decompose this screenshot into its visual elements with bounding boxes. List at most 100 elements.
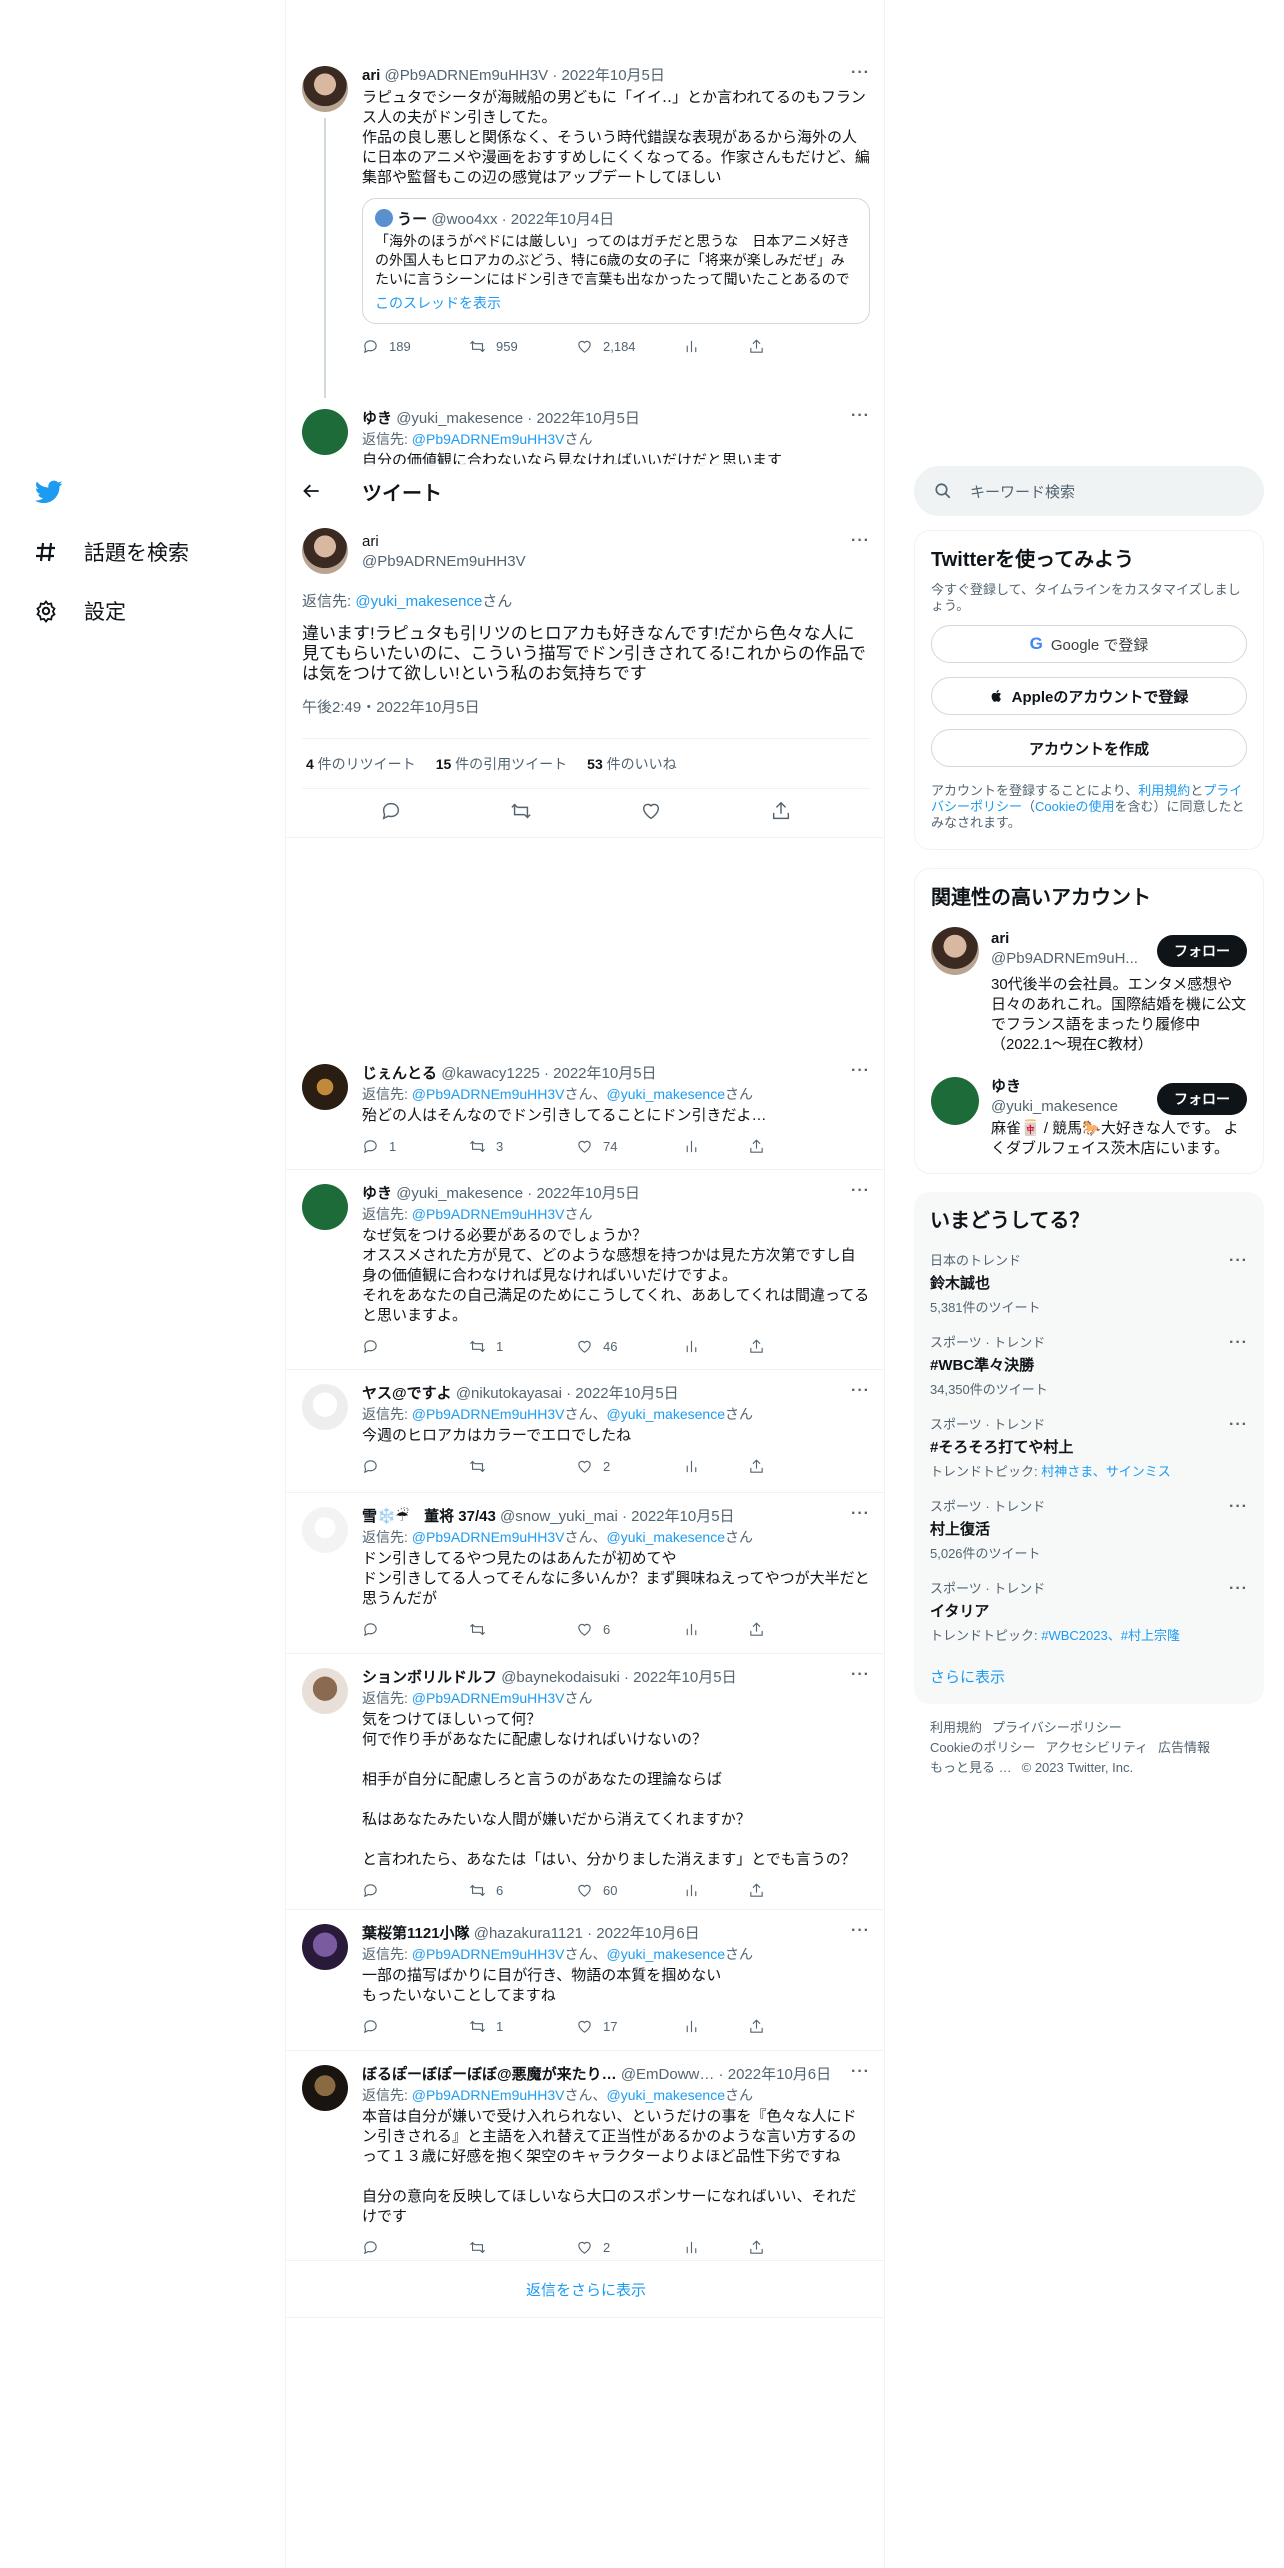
share-button[interactable] (748, 1138, 788, 1155)
cookie-link[interactable]: Cookieの使用 (1035, 799, 1114, 814)
avatar[interactable] (931, 1077, 979, 1125)
analytics-button[interactable] (683, 2018, 748, 2035)
quoted-tweet[interactable]: うー @woo4xx · 2022年10月4日 「海外のほうがペドには厳しい」っ… (362, 198, 870, 324)
share-button[interactable] (748, 338, 788, 355)
mention-link[interactable]: @yuki_makesence (607, 1406, 726, 1422)
author-name[interactable]: 葉桜第1121小隊 (362, 1925, 470, 1942)
account-name[interactable]: ari (991, 929, 1141, 949)
mention-link[interactable]: @yuki_makesence (607, 2087, 726, 2103)
author-handle[interactable]: @Pb9ADRNEm9uHH3V (385, 67, 549, 84)
author-handle[interactable]: @hazakura1121 (474, 1925, 583, 1942)
terms-link[interactable]: 利用規約 (1138, 783, 1190, 798)
more-icon[interactable]: ··· (1229, 1498, 1248, 1516)
back-arrow-icon[interactable] (302, 481, 322, 501)
author-name[interactable]: ari (362, 532, 526, 552)
apple-signup-button[interactable]: Appleのアカウントで登録 (931, 677, 1247, 715)
reply-button[interactable] (362, 2018, 469, 2035)
tweet-date[interactable]: 2022年10月5日 (631, 1508, 734, 1525)
author-handle[interactable]: @Pb9ADRNEm9uHH3V (362, 552, 526, 572)
account-handle[interactable]: @Pb9ADRNEm9uH... (991, 949, 1141, 969)
analytics-button[interactable] (683, 1882, 748, 1899)
more-icon[interactable]: ··· (1229, 1252, 1248, 1270)
avatar[interactable] (302, 66, 348, 112)
trend-item[interactable]: 日本のトレンド 鈴木誠也 5,381件のツイート ··· (930, 1250, 1248, 1316)
analytics-button[interactable] (683, 2239, 748, 2256)
trend-topic-links[interactable]: 村神さま、サインミス (1041, 1464, 1170, 1479)
footer-accessibility-link[interactable]: アクセシビリティ (1045, 1740, 1148, 1755)
tweet-date[interactable]: 2022年10月5日 (575, 1385, 678, 1402)
tweet-date[interactable]: 2022年10月5日 (562, 67, 665, 84)
reply-button[interactable]: 1 (362, 1138, 469, 1155)
author-handle[interactable]: @kawacy1225 (441, 1065, 540, 1082)
share-button[interactable] (748, 1458, 788, 1475)
footer-ads-link[interactable]: 広告情報 (1158, 1740, 1210, 1755)
account-name[interactable]: ゆき (991, 1077, 1118, 1097)
analytics-button[interactable] (683, 338, 748, 355)
footer-terms-link[interactable]: 利用規約 (930, 1720, 982, 1735)
avatar[interactable] (931, 927, 979, 975)
reply-tweet[interactable]: ··· 雪❄️☔ 董将 37/43 @snow_yuki_mai · 2022年1… (286, 1495, 884, 1654)
retweet-button[interactable] (469, 2239, 576, 2256)
retweet-button[interactable]: 1 (469, 1338, 576, 1355)
footer-privacy-link[interactable]: プライバシーポリシー (992, 1720, 1122, 1735)
reply-button[interactable] (362, 1621, 469, 1638)
search-input[interactable]: キーワード検索 (970, 481, 1075, 502)
show-more-replies-button[interactable]: 返信をさらに表示 (286, 2262, 884, 2318)
reply-button[interactable] (362, 1882, 469, 1899)
share-icon[interactable] (770, 800, 792, 822)
search-box[interactable]: キーワード検索 (914, 466, 1264, 516)
create-account-button[interactable]: アカウントを作成 (931, 729, 1247, 767)
reply-tweet[interactable]: ··· じぇんとる @kawacy1225 · 2022年10月5日 返信先: @P… (286, 1052, 884, 1170)
reply-tweet[interactable]: ··· ションボリルドルフ @baynekodaisuki · 2022年10月5… (286, 1656, 884, 1910)
mention-link[interactable]: @Pb9ADRNEm9uHH3V (412, 1529, 565, 1545)
like-button[interactable]: 2 (576, 1458, 683, 1475)
like-button[interactable]: 17 (576, 2018, 683, 2035)
nav-explore[interactable]: 話題を検索 (34, 537, 189, 567)
trend-item[interactable]: スポーツ · トレンド #WBC準々決勝 34,350件のツイート ··· (930, 1332, 1248, 1398)
analytics-button[interactable] (683, 1338, 748, 1355)
author-name[interactable]: ゆき (362, 1185, 392, 1202)
tweet-date[interactable]: 2022年10月5日 (536, 1185, 639, 1202)
analytics-button[interactable] (683, 1138, 748, 1155)
thread-tweet-ari[interactable]: ··· ari @Pb9ADRNEm9uHH3V · 2022年10月5日 ラピ… (286, 52, 884, 398)
author-handle[interactable]: @nikutokayasai (456, 1385, 562, 1402)
avatar[interactable] (302, 2065, 348, 2111)
retweet-button[interactable] (469, 1621, 576, 1638)
more-icon[interactable]: ··· (1229, 1580, 1248, 1598)
avatar[interactable] (302, 409, 348, 455)
avatar[interactable] (302, 528, 348, 574)
retweet-button[interactable]: 6 (469, 1882, 576, 1899)
reply-tweet[interactable]: ··· 葉桜第1121小隊 @hazakura1121 · 2022年10月6日返… (286, 1912, 884, 2051)
like-button[interactable]: 74 (576, 1138, 683, 1155)
more-icon[interactable]: ··· (850, 532, 870, 552)
reply-button[interactable] (362, 2239, 469, 2256)
mention-link[interactable]: @Pb9ADRNEm9uHH3V (412, 1406, 565, 1422)
author-handle[interactable]: @EmDoww… (621, 2066, 715, 2083)
tweet-timestamp[interactable]: 午後2:49・2022年10月5日 (302, 696, 870, 717)
account-handle[interactable]: @yuki_makesence (991, 1097, 1118, 1117)
like-button[interactable]: 2 (576, 2239, 683, 2256)
author-name[interactable]: ゆき (362, 410, 392, 427)
footer-more-link[interactable]: もっと見る … (930, 1760, 1012, 1775)
mention-link[interactable]: @yuki_makesence (355, 593, 482, 610)
follow-button[interactable]: フォロー (1157, 935, 1247, 967)
follow-button[interactable]: フォロー (1157, 1083, 1247, 1115)
retweet-button[interactable]: 1 (469, 2018, 576, 2035)
author-handle[interactable]: @yuki_makesence (396, 410, 523, 427)
mention-link[interactable]: @Pb9ADRNEm9uHH3V (412, 431, 565, 447)
author-name[interactable]: ari (362, 67, 380, 84)
mention-link[interactable]: @yuki_makesence (607, 1946, 726, 1962)
retweet-icon[interactable] (510, 800, 532, 822)
quotes-stat[interactable]: 15 件の引用ツイート (436, 754, 567, 774)
footer-cookie-link[interactable]: Cookieのポリシー (930, 1740, 1035, 1755)
retweet-button[interactable]: 959 (469, 338, 576, 355)
author-name[interactable]: ションボリルドルフ (362, 1669, 497, 1686)
more-icon[interactable]: ··· (1229, 1334, 1248, 1352)
mention-link[interactable]: @Pb9ADRNEm9uHH3V (412, 1946, 565, 1962)
share-button[interactable] (748, 1621, 788, 1638)
retweet-button[interactable]: 3 (469, 1138, 576, 1155)
tweet-date[interactable]: 2022年10月6日 (728, 2066, 831, 2083)
reply-tweet[interactable]: ··· ヤス@ですよ @nikutokayasai · 2022年10月5日 返信先… (286, 1372, 884, 1493)
avatar[interactable] (302, 1384, 348, 1430)
author-name[interactable]: 雪❄️☔ 董将 37/43 (362, 1508, 496, 1525)
